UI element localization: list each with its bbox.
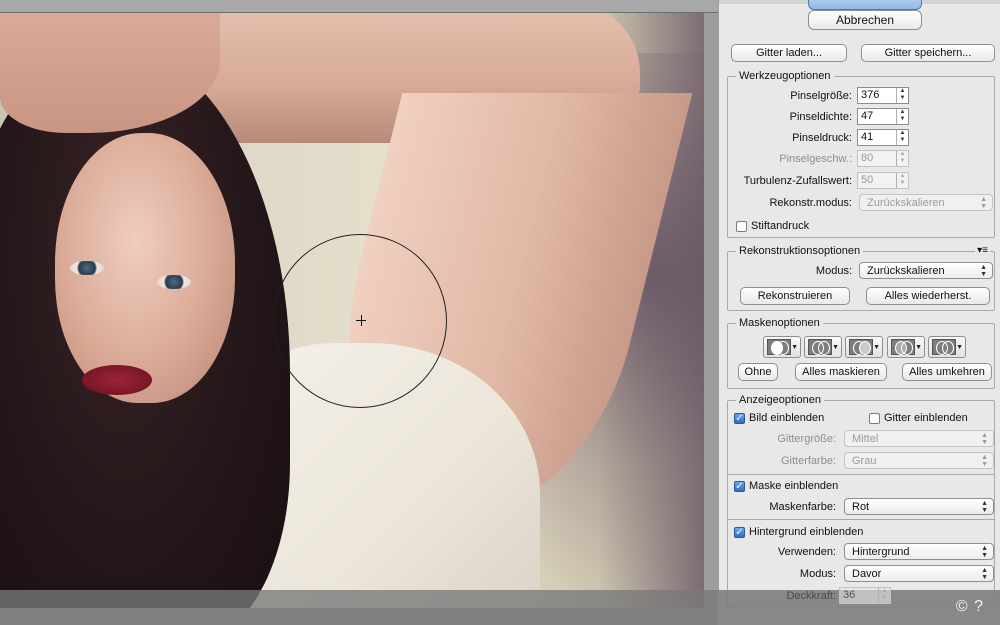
stepper-icon[interactable]: ▲ ▼	[878, 588, 890, 603]
add-to-selection-icon[interactable]: ▼	[804, 336, 842, 358]
brush-pressure-value: 41	[861, 131, 874, 143]
mesh-color-label: Gitterfarbe:	[780, 455, 836, 467]
opacity-input[interactable]: 36 ▲ ▼	[839, 587, 891, 604]
chevron-updown-icon: ▲ ▼	[981, 432, 988, 446]
restore-all-button[interactable]: Alles wiederherst.	[866, 287, 990, 305]
mask-all-button[interactable]: Alles maskieren	[795, 363, 887, 381]
photo-eye-right	[157, 275, 191, 289]
brush-density-input[interactable]: 47 ▲ ▼	[857, 108, 909, 125]
canvas-top-strip	[0, 0, 718, 13]
replace-selection-icon[interactable]: ▼	[763, 336, 801, 358]
brush-size-label: Pinselgröße:	[790, 90, 852, 102]
brush-size-input[interactable]: 376 ▲ ▼	[857, 87, 909, 104]
reconstruct-options-title: Rekonstruktionsoptionen	[736, 244, 864, 258]
reconstruct-mode2-value: Zurückskalieren	[867, 265, 945, 277]
backdrop-mode-value: Davor	[852, 568, 882, 580]
invert-selection-icon[interactable]: ▼	[928, 336, 966, 358]
divider	[727, 519, 995, 520]
reconstruct-button[interactable]: Rekonstruieren	[740, 287, 850, 305]
chevron-updown-icon: ▲ ▼	[980, 196, 987, 210]
use-label: Verwenden:	[777, 546, 836, 558]
turbulent-jitter-input: 50 ▲ ▼	[857, 172, 909, 189]
show-mesh-label: Gitter einblenden	[884, 412, 968, 424]
divider	[727, 474, 995, 475]
mesh-size-value: Mittel	[852, 433, 879, 445]
stepper-icon: ▲ ▼	[896, 173, 908, 188]
mask-color-select[interactable]: Rot ▲ ▼	[844, 498, 994, 515]
liquify-options-panel: Abbrechen Gitter laden... Gitter speiche…	[718, 0, 1000, 608]
show-mask-checkbox[interactable]: ✓	[734, 481, 745, 492]
canvas-area[interactable]	[0, 0, 718, 625]
reconstruct-mode-label: Rekonstr.modus:	[769, 197, 852, 209]
stepper-icon: ▲ ▼	[896, 151, 908, 166]
brush-pressure-input[interactable]: 41 ▲ ▼	[857, 129, 909, 146]
show-image-label: Bild einblenden	[749, 412, 825, 424]
mask-none-button[interactable]: Ohne	[738, 363, 778, 381]
reconstruct-mode2-select[interactable]: Zurückskalieren ▲ ▼	[859, 262, 993, 279]
brush-density-value: 47	[861, 110, 874, 122]
ok-button[interactable]	[808, 0, 922, 10]
status-text: © ?	[955, 598, 984, 615]
show-image-checkbox[interactable]: ✓	[734, 413, 745, 424]
backdrop-mode-label: Modus:	[799, 568, 836, 580]
stepper-icon[interactable]: ▲ ▼	[896, 88, 908, 103]
chevron-updown-icon: ▲ ▼	[981, 454, 988, 468]
tool-options-title: Werkzeugoptionen	[736, 69, 834, 83]
show-mask-label: Maske einblenden	[749, 480, 839, 492]
photo-lips	[82, 365, 152, 395]
opacity-value: 36	[843, 589, 856, 601]
backdrop-mode-select[interactable]: Davor ▲ ▼	[844, 565, 994, 582]
mesh-size-select: Mittel ▲ ▼	[844, 430, 994, 447]
invert-all-button[interactable]: Alles umkehren	[902, 363, 992, 381]
reconstruct-mode2-label: Modus:	[815, 265, 852, 277]
brush-density-label: Pinseldichte:	[789, 111, 852, 123]
reconstruct-mode-value: Zurückskalieren	[867, 197, 945, 209]
brush-rate-value: 80	[861, 152, 874, 164]
chevron-updown-icon: ▲ ▼	[981, 500, 988, 514]
mesh-color-value: Grau	[852, 455, 877, 467]
mask-color-label: Maskenfarbe:	[769, 501, 836, 513]
load-mesh-button[interactable]: Gitter laden...	[731, 44, 847, 62]
stylus-pressure-label: Stiftandruck	[751, 220, 810, 232]
reconstruct-mode-select: Zurückskalieren ▲ ▼	[859, 194, 993, 211]
brush-rate-input: 80 ▲ ▼	[857, 150, 909, 167]
turbulent-jitter-label: Turbulenz-Zufallswert:	[743, 175, 852, 187]
view-options-title: Anzeigeoptionen	[736, 393, 824, 407]
brush-rate-label: Pinselgeschw.:	[779, 153, 852, 165]
mask-options-title: Maskenoptionen	[736, 316, 823, 330]
turbulent-jitter-value: 50	[861, 174, 874, 186]
show-mesh-checkbox[interactable]	[869, 413, 880, 424]
intersect-with-selection-icon[interactable]: ▼	[887, 336, 925, 358]
stylus-pressure-checkbox[interactable]	[736, 221, 747, 232]
brush-crosshair-icon	[360, 315, 362, 326]
show-backdrop-checkbox[interactable]: ✓	[734, 527, 745, 538]
show-backdrop-label: Hintergrund einblenden	[749, 526, 864, 538]
panel-menu-icon[interactable]: ▾≡	[975, 244, 990, 258]
chevron-updown-icon: ▲ ▼	[980, 264, 987, 278]
brush-pressure-label: Pinseldruck:	[792, 132, 852, 144]
mask-color-value: Rot	[852, 501, 870, 513]
chevron-updown-icon: ▲ ▼	[981, 567, 988, 581]
brush-size-value: 376	[861, 89, 880, 101]
stepper-icon[interactable]: ▲ ▼	[896, 130, 908, 145]
use-value: Hintergrund	[852, 546, 910, 558]
chevron-updown-icon: ▲ ▼	[981, 545, 988, 559]
use-select[interactable]: Hintergrund ▲ ▼	[844, 543, 994, 560]
save-mesh-button[interactable]: Gitter speichern...	[861, 44, 995, 62]
cancel-button[interactable]: Abbrechen	[808, 10, 922, 30]
mesh-size-label: Gittergröße:	[777, 433, 836, 445]
opacity-label: Deckkraft:	[786, 590, 836, 602]
mesh-color-select: Grau ▲ ▼	[844, 452, 994, 469]
stepper-icon[interactable]: ▲ ▼	[896, 109, 908, 124]
photo-eye-left	[70, 261, 104, 275]
subtract-from-selection-icon[interactable]: ▼	[845, 336, 883, 358]
